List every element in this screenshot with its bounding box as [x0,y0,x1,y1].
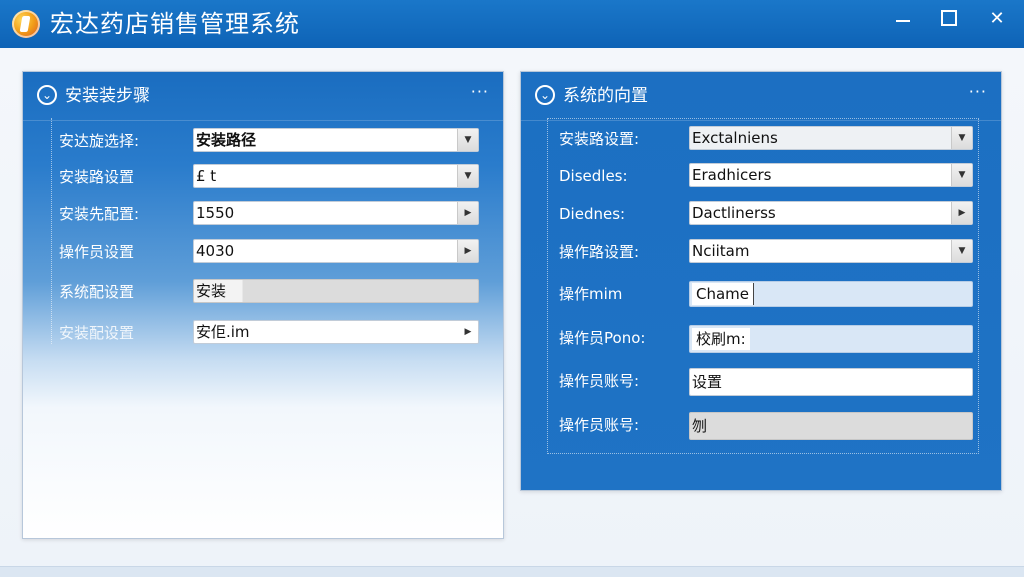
field-label: 操作mim [559,285,623,303]
field-value: £ t [196,167,217,185]
install-select-dropdown[interactable]: 安装路径 ▼ [193,128,479,152]
field-label: 操作员设置 [59,243,135,261]
diednes-dropdown[interactable]: Dactlinerss ▶ [689,201,973,225]
form-row: 操作路设置: Nciitam ▼ [521,239,1001,265]
operator-account-input[interactable]: 设置 [689,368,973,396]
dropdown-arrow-icon[interactable]: ▼ [457,129,478,151]
system-wizard-panel: ⌄ 系统的向置 ··· 安装路设置: Exctalniens ▼ Disedle… [520,71,1002,491]
more-options-icon[interactable]: ··· [471,82,489,101]
field-label: 操作路设置: [559,243,640,261]
maximize-icon [941,10,957,26]
dropdown-arrow-icon[interactable]: ▼ [951,240,972,262]
field-value: 4030 [196,242,235,260]
field-value: Nciitam [692,242,750,260]
install-path-dropdown[interactable]: Exctalniens ▼ [689,126,973,150]
dropdown-arrow-icon[interactable]: ▼ [457,165,478,187]
operator-settings-dropdown[interactable]: 4030 ▶ [193,239,479,263]
form-row: 操作员Pono: 校刷m: [521,325,1001,353]
field-label: 安装路设置 [59,168,135,186]
field-value-box: 校刷m: [692,328,750,350]
operator-name-input[interactable]: Chame [689,281,973,307]
chevron-circle-icon: ⌄ [535,85,555,105]
field-value-box: Chame [692,283,755,305]
panel-header: ⌄ 安装装步骤 ··· [23,72,503,121]
form-row: 操作员账号: 刎 [521,412,1001,440]
system-config-input[interactable]: 安装 [193,279,479,303]
field-label: 安装路设置: [559,130,640,148]
field-value: 安装 [196,282,227,300]
form-row: Disedles: Eradhicers ▼ [521,163,1001,189]
dropdown-arrow-icon[interactable]: ▶ [951,202,972,224]
close-button[interactable]: ✕ [974,0,1020,36]
install-config2-dropdown[interactable]: 安佢.im ▶ [193,320,479,344]
form-row: Diednes: Dactlinerss ▶ [521,201,1001,227]
form-row: 操作员设置 4030 ▶ [23,239,503,265]
field-label: 安达旋选择: [59,132,140,150]
app-logo-icon [12,10,40,38]
field-value: 刎 [692,417,708,435]
status-strip [0,566,1024,577]
minimize-icon [896,20,910,22]
field-value: Exctalniens [692,129,778,147]
field-label: 安装配设置 [59,324,135,342]
maximize-button[interactable] [926,0,972,36]
form-row: 安装路设置: Exctalniens ▼ [521,126,1001,152]
field-value: Eradhicers [692,166,772,184]
operator-phone-input[interactable]: 校刷m: [689,325,973,353]
field-label: Diednes: [559,205,626,223]
panel-title: 安装装步骤 [65,86,150,106]
title-bar: 宏达药店销售管理系统 ✕ [0,0,1024,48]
dropdown-arrow-icon[interactable]: ▶ [457,202,478,224]
field-label: 操作员账号: [559,416,640,434]
dropdown-arrow-icon[interactable]: ▼ [951,127,972,149]
field-value: Dactlinerss [692,204,776,222]
field-label: 安装先配置: [59,205,140,223]
field-value: 设置 [692,373,723,391]
minimize-button[interactable] [880,0,926,36]
disedles-dropdown[interactable]: Eradhicers ▼ [689,163,973,187]
field-label: 操作员Pono: [559,329,646,347]
operator-path-dropdown[interactable]: Nciitam ▼ [689,239,973,263]
form-row: 操作员账号: 设置 [521,368,1001,396]
more-options-icon[interactable]: ··· [969,82,987,101]
form-row: 安装先配置: 1550 ▶ [23,201,503,227]
field-value: 校刷m: [692,328,750,350]
form-row: 系统配设置 安装 [23,279,503,305]
form-row: 安装路设置 £ t ▼ [23,164,503,190]
field-value: Chame [692,283,755,305]
field-label: 系统配设置 [59,283,135,301]
form-row: 操作mim Chame [521,281,1001,307]
close-icon: ✕ [989,7,1005,29]
dropdown-arrow-icon[interactable]: ▶ [457,240,478,262]
field-value: 安佢.im [196,323,250,341]
window-title: 宏达药店销售管理系统 [50,10,300,38]
field-label: 操作员账号: [559,372,640,390]
install-config-dropdown[interactable]: 1550 ▶ [193,201,479,225]
field-value: 1550 [196,204,235,222]
panel-header: ⌄ 系统的向置 ··· [521,72,1001,121]
panel-title: 系统的向置 [563,86,648,106]
form-row: 安装配设置 安佢.im ▶ [23,320,503,346]
operator-account2-input[interactable]: 刎 [689,412,973,440]
chevron-circle-icon: ⌄ [37,85,57,105]
install-steps-panel: ⌄ 安装装步骤 ··· 安达旋选择: 安装路径 ▼ 安装路设置 £ t ▼ 安装… [22,71,504,539]
form-row: 安达旋选择: 安装路径 ▼ [23,128,503,154]
field-value: 安装路径 [196,131,257,149]
install-path-dropdown[interactable]: £ t ▼ [193,164,479,188]
dropdown-arrow-icon[interactable]: ▼ [951,164,972,186]
field-label: Disedles: [559,167,628,185]
dropdown-arrow-icon[interactable]: ▶ [458,321,478,343]
